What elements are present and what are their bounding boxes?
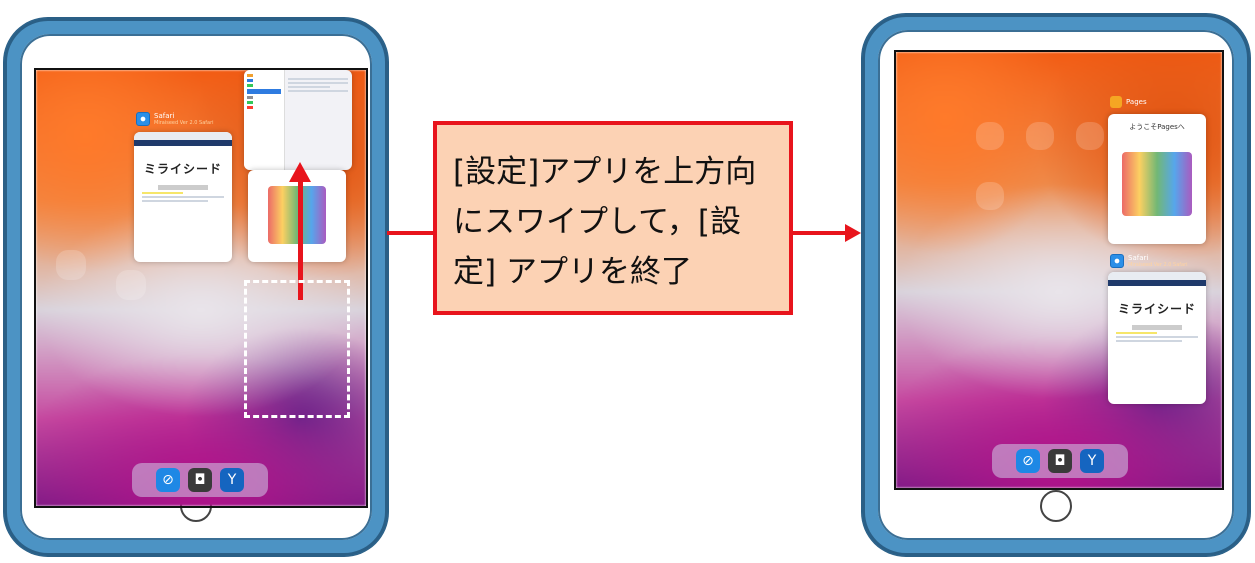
- safari-icon: [136, 112, 150, 126]
- instruction-line-1: [設定]アプリを上方向: [453, 154, 757, 190]
- safari-icon[interactable]: ⊘: [156, 468, 180, 492]
- miraiseed-logo: ミライシード: [143, 162, 222, 176]
- instruction-callout: [設定]アプリを上方向 にスワイプして，[設 定] アプリを終了: [433, 121, 793, 315]
- swipe-target-area: [244, 280, 350, 418]
- connector-line-right: [793, 231, 845, 235]
- instruction-line-2: にスワイプして，[設: [453, 204, 741, 240]
- connector-arrowhead: [845, 224, 861, 242]
- camera-icon[interactable]: ◘: [188, 468, 212, 492]
- connector-line-left: [387, 231, 433, 235]
- safari-card-header: Safari Miraiseed Ver 2.0 Safari: [1110, 254, 1188, 268]
- miraiseed-icon[interactable]: Y: [1080, 449, 1104, 473]
- miraiseed-icon[interactable]: Y: [220, 468, 244, 492]
- dock: ⊘ ◘ Y: [132, 463, 268, 497]
- pages-app-card[interactable]: [248, 170, 346, 262]
- safari-app-card[interactable]: ミライシード: [1108, 272, 1206, 404]
- camera-icon[interactable]: ◘: [1048, 449, 1072, 473]
- left-screen: Safari Miraiseed Ver 2.0 Safari ミライシード ⊘…: [34, 68, 368, 508]
- safari-icon[interactable]: ⊘: [1016, 449, 1040, 473]
- pages-app-card[interactable]: ようこそPagesへ: [1108, 114, 1206, 244]
- instruction-line-3: 定] アプリを終了: [453, 254, 692, 290]
- pages-welcome-heading: ようこそPagesへ: [1129, 123, 1185, 131]
- safari-card-header: Safari Miraiseed Ver 2.0 Safari: [136, 112, 214, 126]
- settings-app-card[interactable]: [244, 70, 352, 170]
- miraiseed-logo: ミライシード: [1117, 302, 1196, 316]
- safari-app-card[interactable]: ミライシード: [134, 132, 232, 262]
- right-screen: Pages ようこそPagesへ Safari Miraiseed Ver 2.…: [894, 50, 1224, 490]
- safari-icon: [1110, 254, 1124, 268]
- home-button[interactable]: [1040, 490, 1072, 522]
- dock: ⊘ ◘ Y: [992, 444, 1128, 478]
- pages-card-header: Pages: [1110, 96, 1147, 108]
- pages-icon: [1110, 96, 1122, 108]
